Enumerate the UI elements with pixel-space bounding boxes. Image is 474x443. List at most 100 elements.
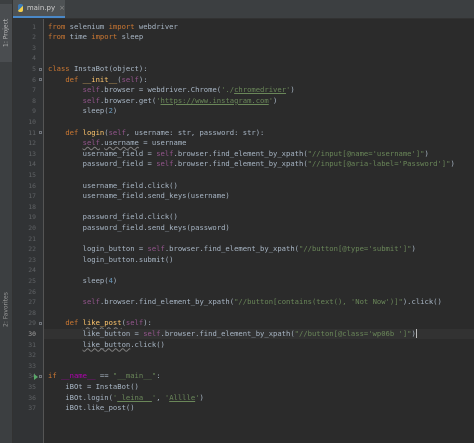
code-token: self [82, 95, 100, 105]
code-line[interactable] [44, 202, 474, 213]
line-number: 21 [28, 234, 36, 243]
line-number: 9 [32, 107, 36, 116]
line-number: 14 [28, 160, 36, 169]
code-token: from [48, 21, 66, 31]
code-line[interactable]: password_field.send_keys(password) [44, 223, 474, 234]
code-token: InstaBot(object): [69, 63, 148, 73]
project-tool-tab[interactable]: 1: Project [0, 4, 12, 62]
code-token: .browser.find_element_by_xpath( [173, 159, 308, 169]
line-number: 16 [28, 181, 36, 190]
code-line[interactable] [44, 361, 474, 372]
code-line[interactable]: if __name__ == "__main__": [44, 371, 474, 382]
code-token: username_field.send_keys(username) [48, 191, 230, 201]
code-line[interactable]: username_field = self.browser.find_eleme… [44, 149, 474, 160]
fold-marker-icon[interactable] [39, 78, 42, 82]
code-token: https://www.instagram.com [160, 95, 269, 105]
code-line[interactable]: password_field = self.browser.find_eleme… [44, 159, 474, 170]
code-line[interactable]: like_button.click() [44, 340, 474, 351]
line-number: 25 [28, 276, 36, 285]
code-token: .browser.find_element_by_xpath( [164, 244, 299, 254]
line-number: 36 [28, 393, 36, 402]
code-token: self [108, 127, 126, 137]
code-token: = username [138, 138, 187, 148]
code-token: sleep( [48, 106, 109, 116]
code-line[interactable]: self.browser.get('https://www.instagram.… [44, 96, 474, 107]
code-line[interactable] [44, 53, 474, 64]
code-line[interactable] [44, 117, 474, 128]
code-line[interactable]: sleep(2) [44, 106, 474, 117]
line-number-gutter[interactable]: 1 2 3 4 5 6 7 8 9 10 11 12 13 14 15 16 17 18 19 20 21 22 23 24 2… [13, 19, 44, 443]
line-number: 18 [28, 202, 36, 211]
code-line[interactable]: from time import sleep [44, 32, 474, 43]
code-line[interactable] [44, 170, 474, 181]
code-line[interactable]: login_button = self.browser.find_element… [44, 244, 474, 255]
code-token: login [82, 127, 105, 137]
line-number: 20 [28, 223, 36, 232]
code-line[interactable]: sleep(4) [44, 276, 474, 287]
code-token: ) [290, 85, 295, 95]
code-token: def [65, 74, 79, 84]
code-line[interactable]: def __init__(self): [44, 75, 474, 86]
code-line[interactable] [44, 287, 474, 298]
favorites-tool-tab[interactable]: 2: Favorites [0, 285, 12, 335]
code-token: ) [450, 159, 455, 169]
code-line[interactable]: like_button = self.browser.find_element_… [44, 328, 474, 340]
code-line[interactable]: def login(self, username: str, password:… [44, 128, 474, 139]
code-line[interactable] [44, 350, 474, 361]
code-token: "//input[@aria-label='Password']" [307, 159, 451, 169]
code-token: .browser.find_element_by_xpath( [160, 328, 295, 338]
code-line[interactable]: username_field.click() [44, 181, 474, 192]
code-line[interactable]: self.browser.find_element_by_xpath("//bu… [44, 297, 474, 308]
code-area[interactable]: from selenium import webdriver from time … [44, 19, 474, 443]
code-token: self [125, 318, 144, 328]
code-line[interactable]: username_field.send_keys(username) [44, 191, 474, 202]
fold-marker-icon[interactable] [39, 322, 42, 326]
python-file-icon [18, 4, 23, 12]
code-line[interactable]: iBOt = InstaBot() [44, 382, 474, 393]
code-line[interactable]: self.browser = webdriver.Chrome('./chrom… [44, 85, 474, 96]
code-token: __init__ [82, 74, 118, 84]
line-number: 6 [32, 75, 36, 84]
editor-tab-main-py[interactable]: main.py × [13, 0, 65, 18]
line-number: 23 [28, 255, 36, 264]
code-line[interactable]: from selenium import webdriver [44, 22, 474, 33]
code-token: username [104, 138, 139, 148]
code-line[interactable] [44, 43, 474, 54]
code-token: ) [199, 392, 204, 402]
code-token: sleep [117, 32, 144, 42]
code-token: , [156, 392, 165, 402]
code-line[interactable] [44, 265, 474, 276]
line-number: 1 [32, 22, 36, 31]
code-token: __name__ [60, 371, 96, 381]
line-number: 34 [28, 372, 36, 381]
tab-label: main.py [26, 4, 56, 12]
code-line[interactable] [44, 234, 474, 245]
code-line[interactable]: def like_post(self): [44, 318, 474, 329]
code-token: iBOt.like_post() [48, 403, 135, 413]
code-line[interactable]: iBOt.like_post() [44, 403, 474, 414]
code-token: if [48, 371, 57, 381]
fold-marker-icon[interactable] [39, 131, 42, 135]
fold-marker-icon[interactable] [39, 67, 42, 71]
code-token: ) [112, 106, 118, 116]
run-arrow-icon[interactable] [34, 373, 38, 380]
line-number: 32 [28, 351, 36, 360]
fold-marker-icon[interactable] [39, 375, 42, 379]
close-icon[interactable]: × [59, 4, 65, 12]
line-number: 29 [28, 319, 36, 328]
code-line[interactable]: password_field.click() [44, 212, 474, 223]
code-token: "//button[contains(text(), 'Not Now')]" [234, 297, 403, 307]
line-number: 2 [32, 33, 36, 42]
code-token: ): [138, 74, 148, 84]
code-token: like_button = [48, 328, 144, 338]
tool-window-strip: 1: Project 2: Favorites [0, 0, 13, 443]
code-line[interactable] [44, 308, 474, 319]
code-line[interactable]: login_button.submit() [44, 255, 474, 266]
code-line[interactable]: self.username = username [44, 138, 474, 149]
code-line[interactable]: iBOt.login('_leina__', 'Alllle') [44, 393, 474, 404]
code-line[interactable]: class InstaBot(object): [44, 64, 474, 75]
code-editor[interactable]: 1 2 3 4 5 6 7 8 9 10 11 12 13 14 15 16 17 18 19 20 21 22 23 24 2… [13, 19, 474, 443]
